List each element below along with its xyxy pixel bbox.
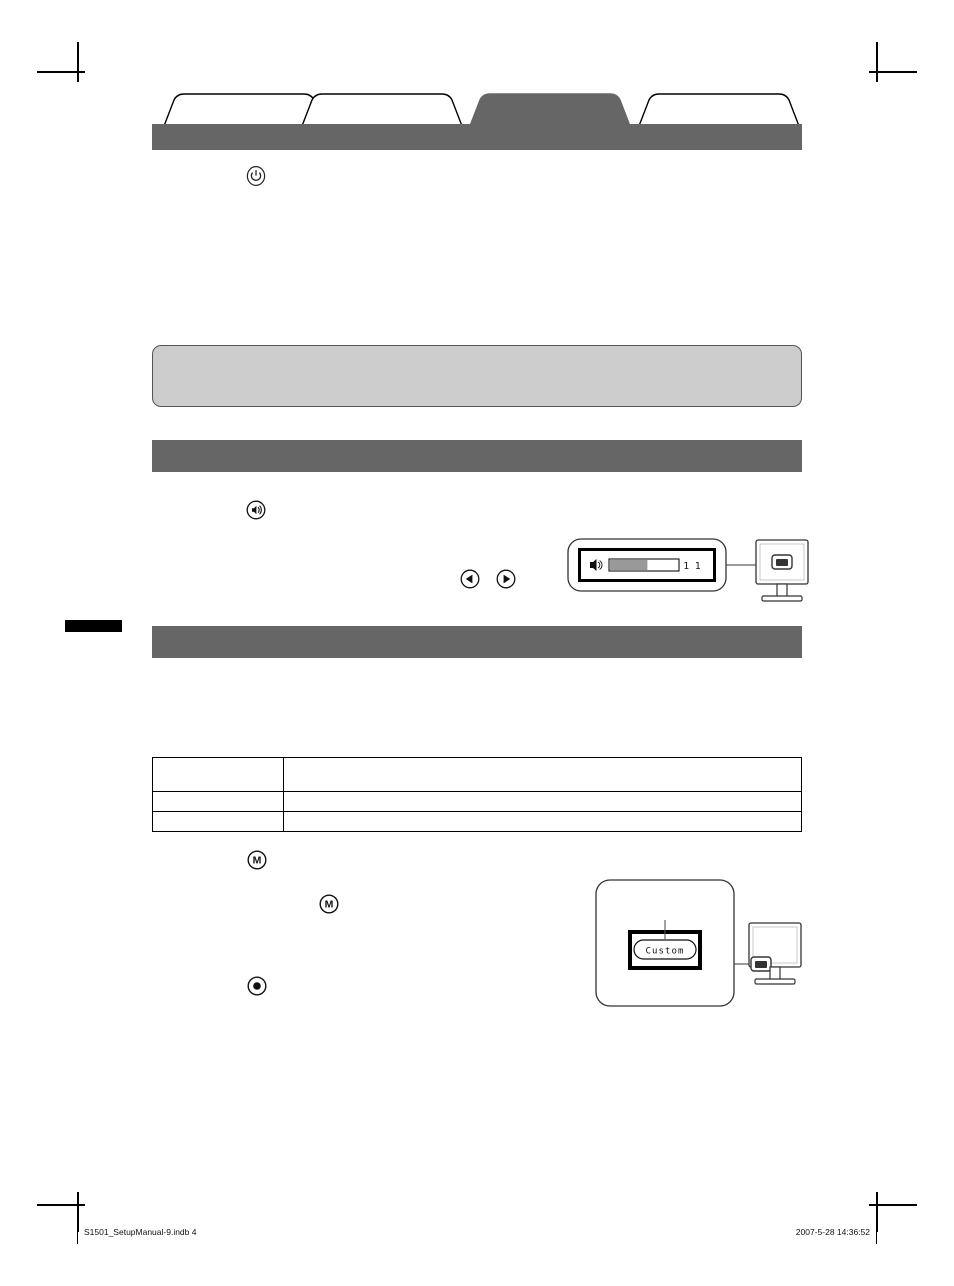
tab-strip-body: [152, 124, 802, 150]
monitor-illustration-mode: [748, 922, 802, 985]
edge-thumb-tab: [65, 620, 122, 632]
footer-file-name: S1501_SetupManual-9.indb 4: [84, 1227, 197, 1237]
crop-mark-top-right-horizontal: [869, 71, 917, 73]
footer-timestamp: 2007-5-28 14:36:52: [795, 1227, 870, 1237]
section-bar-mode: [152, 626, 802, 658]
monitor-illustration-volume: [755, 539, 809, 602]
crop-mark-top-left-horizontal: [37, 71, 85, 73]
svg-text:M: M: [325, 899, 334, 911]
table-cell-value: [283, 811, 802, 832]
spec-table: [152, 757, 802, 832]
crop-mark-bottom-right-horizontal: [869, 1204, 917, 1206]
mode-m-icon[interactable]: M: [318, 893, 340, 915]
footer-rule-right: [876, 1222, 877, 1244]
table-cell-key: [152, 811, 284, 832]
footer-rule-left: [77, 1222, 78, 1244]
tab-3-shape: [468, 93, 632, 127]
arrow-left-icon[interactable]: [459, 568, 481, 590]
osd-volume-value: 1 1: [683, 561, 700, 572]
crop-mark-top-left-vertical: [77, 42, 79, 82]
page-footer: S1501_SetupManual-9.indb 4 2007-5-28 14:…: [0, 1218, 954, 1248]
table-row: [152, 757, 802, 792]
osd-mode-figure: Custom: [594, 876, 809, 1016]
tab-2-shape: [300, 93, 464, 127]
table-cell-value: [283, 791, 802, 812]
osd-volume-bar-fill: [610, 560, 648, 570]
table-row: [152, 791, 802, 812]
crop-mark-bottom-left-horizontal: [37, 1204, 85, 1206]
section-bar-volume: [152, 440, 802, 472]
table-row: [152, 811, 802, 832]
crop-mark-top-right-vertical: [876, 42, 878, 82]
osd-mode-option: Custom: [645, 947, 684, 957]
mode-m-icon[interactable]: M: [246, 849, 268, 871]
enter-dot-icon[interactable]: [246, 975, 268, 997]
osd-volume-figure: 1 1: [566, 533, 811, 611]
table-cell-key: [152, 791, 284, 812]
table-cell-key: [152, 757, 284, 792]
arrow-right-icon[interactable]: [495, 568, 517, 590]
table-cell-value: [283, 757, 802, 792]
manual-page: 1 1 M M Custom S1501_SetupManual-9.indb …: [0, 0, 954, 1286]
tab-4-shape: [637, 93, 801, 127]
svg-text:M: M: [253, 855, 262, 867]
power-icon[interactable]: [245, 165, 267, 187]
note-panel: [152, 345, 802, 407]
tab-1-shape: [162, 93, 326, 127]
speaker-icon[interactable]: [245, 499, 267, 521]
tab-strip: [152, 92, 802, 150]
